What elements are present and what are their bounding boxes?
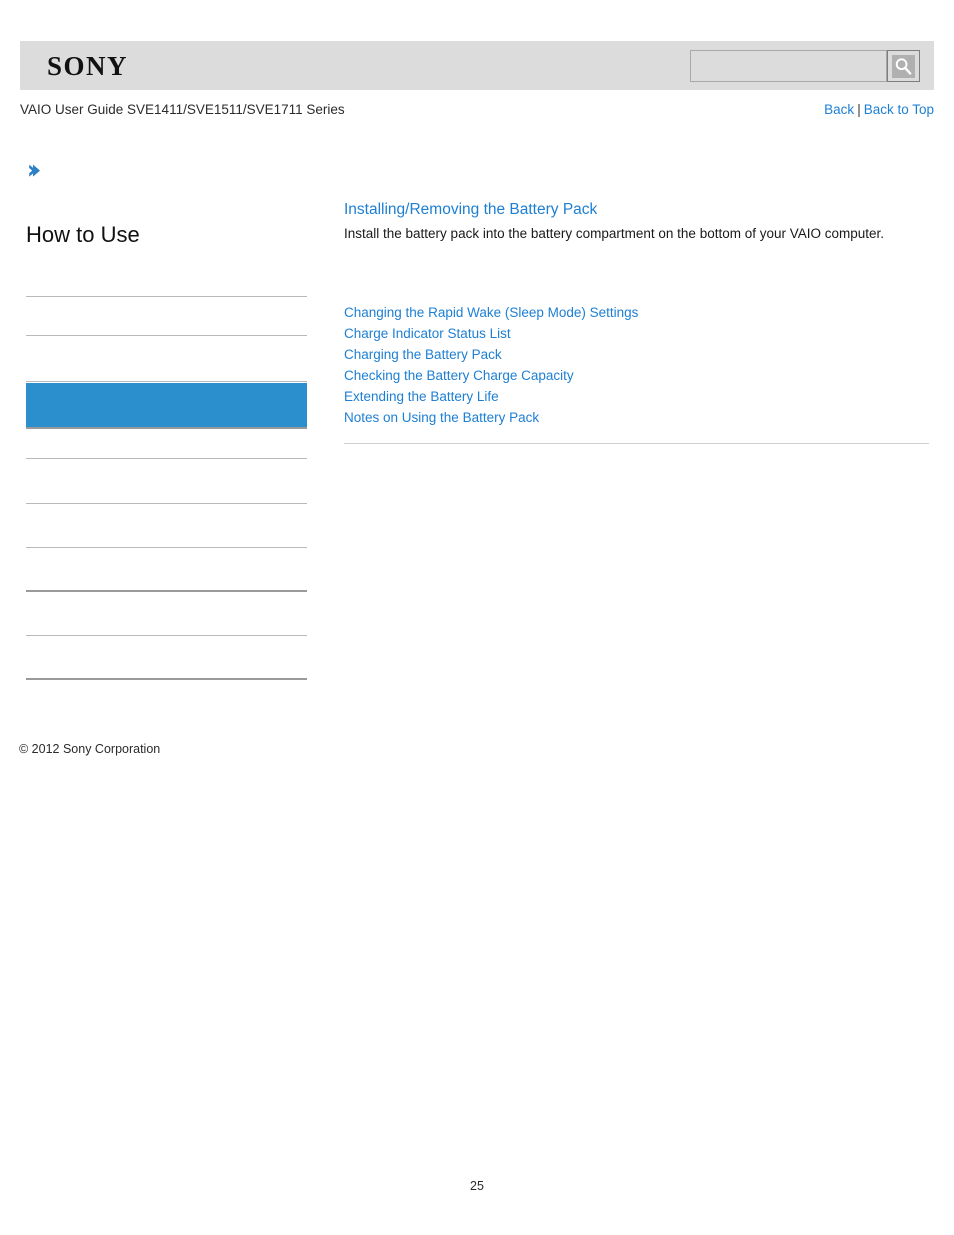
header-nav-links: Back | Back to Top	[824, 101, 934, 119]
related-link-2[interactable]: Charging the Battery Pack	[344, 347, 502, 362]
page-number: 25	[470, 1179, 484, 1193]
guide-title: VAIO User Guide SVE1411/SVE1511/SVE1711 …	[20, 102, 345, 117]
page-root: SONY VAIO User Guide SVE1411/SVE1511/SVE…	[0, 0, 954, 1235]
content-description: Install the battery pack into the batter…	[344, 226, 885, 241]
sidebar-item-7[interactable]	[26, 548, 307, 592]
title-row: VAIO User Guide SVE1411/SVE1511/SVE1711 …	[20, 101, 934, 121]
list-item: Extending the Battery Life	[344, 386, 929, 407]
related-link-1[interactable]: Charge Indicator Status List	[344, 326, 511, 341]
related-link-4[interactable]: Extending the Battery Life	[344, 389, 499, 404]
chevron-right-icon	[26, 162, 44, 180]
list-item: Charging the Battery Pack	[344, 344, 929, 365]
content-divider	[344, 443, 929, 444]
search-input[interactable]	[690, 50, 887, 82]
sidebar-nav-list	[26, 252, 307, 680]
related-link-0[interactable]: Changing the Rapid Wake (Sleep Mode) Set…	[344, 305, 638, 320]
main-content: Installing/Removing the Battery Pack Ins…	[344, 200, 929, 444]
content-heading-link[interactable]: Installing/Removing the Battery Pack	[344, 201, 597, 218]
search-button[interactable]	[887, 50, 920, 82]
sidebar-item-6[interactable]	[26, 504, 307, 548]
header-bar: SONY	[20, 41, 934, 90]
list-item: Changing the Rapid Wake (Sleep Mode) Set…	[344, 302, 929, 323]
nav-separator: |	[857, 102, 861, 117]
sidebar-item-4[interactable]	[26, 429, 307, 459]
sidebar-item-0[interactable]	[26, 252, 307, 297]
copyright-text: © 2012 Sony Corporation	[19, 742, 161, 756]
back-link[interactable]: Back	[824, 102, 854, 117]
sidebar-item-3-selected[interactable]	[26, 383, 307, 429]
sidebar-item-1[interactable]	[26, 297, 307, 336]
related-links-list: Changing the Rapid Wake (Sleep Mode) Set…	[344, 302, 929, 428]
sidebar-item-9[interactable]	[26, 636, 307, 680]
search-icon	[892, 54, 915, 78]
list-item: Checking the Battery Charge Capacity	[344, 365, 929, 386]
search-group	[690, 50, 920, 82]
content-heading: Installing/Removing the Battery Pack	[344, 200, 929, 220]
sidebar-item-5[interactable]	[26, 459, 307, 504]
related-link-3[interactable]: Checking the Battery Charge Capacity	[344, 368, 574, 383]
related-link-5[interactable]: Notes on Using the Battery Pack	[344, 410, 539, 425]
sony-logo: SONY	[47, 51, 129, 81]
list-item: Notes on Using the Battery Pack	[344, 407, 929, 428]
sidebar-item-8[interactable]	[26, 592, 307, 636]
back-to-top-link[interactable]: Back to Top	[864, 102, 934, 117]
list-item: Charge Indicator Status List	[344, 323, 929, 344]
sidebar-item-2[interactable]	[26, 336, 307, 382]
sidebar-heading: How to Use	[26, 222, 140, 247]
